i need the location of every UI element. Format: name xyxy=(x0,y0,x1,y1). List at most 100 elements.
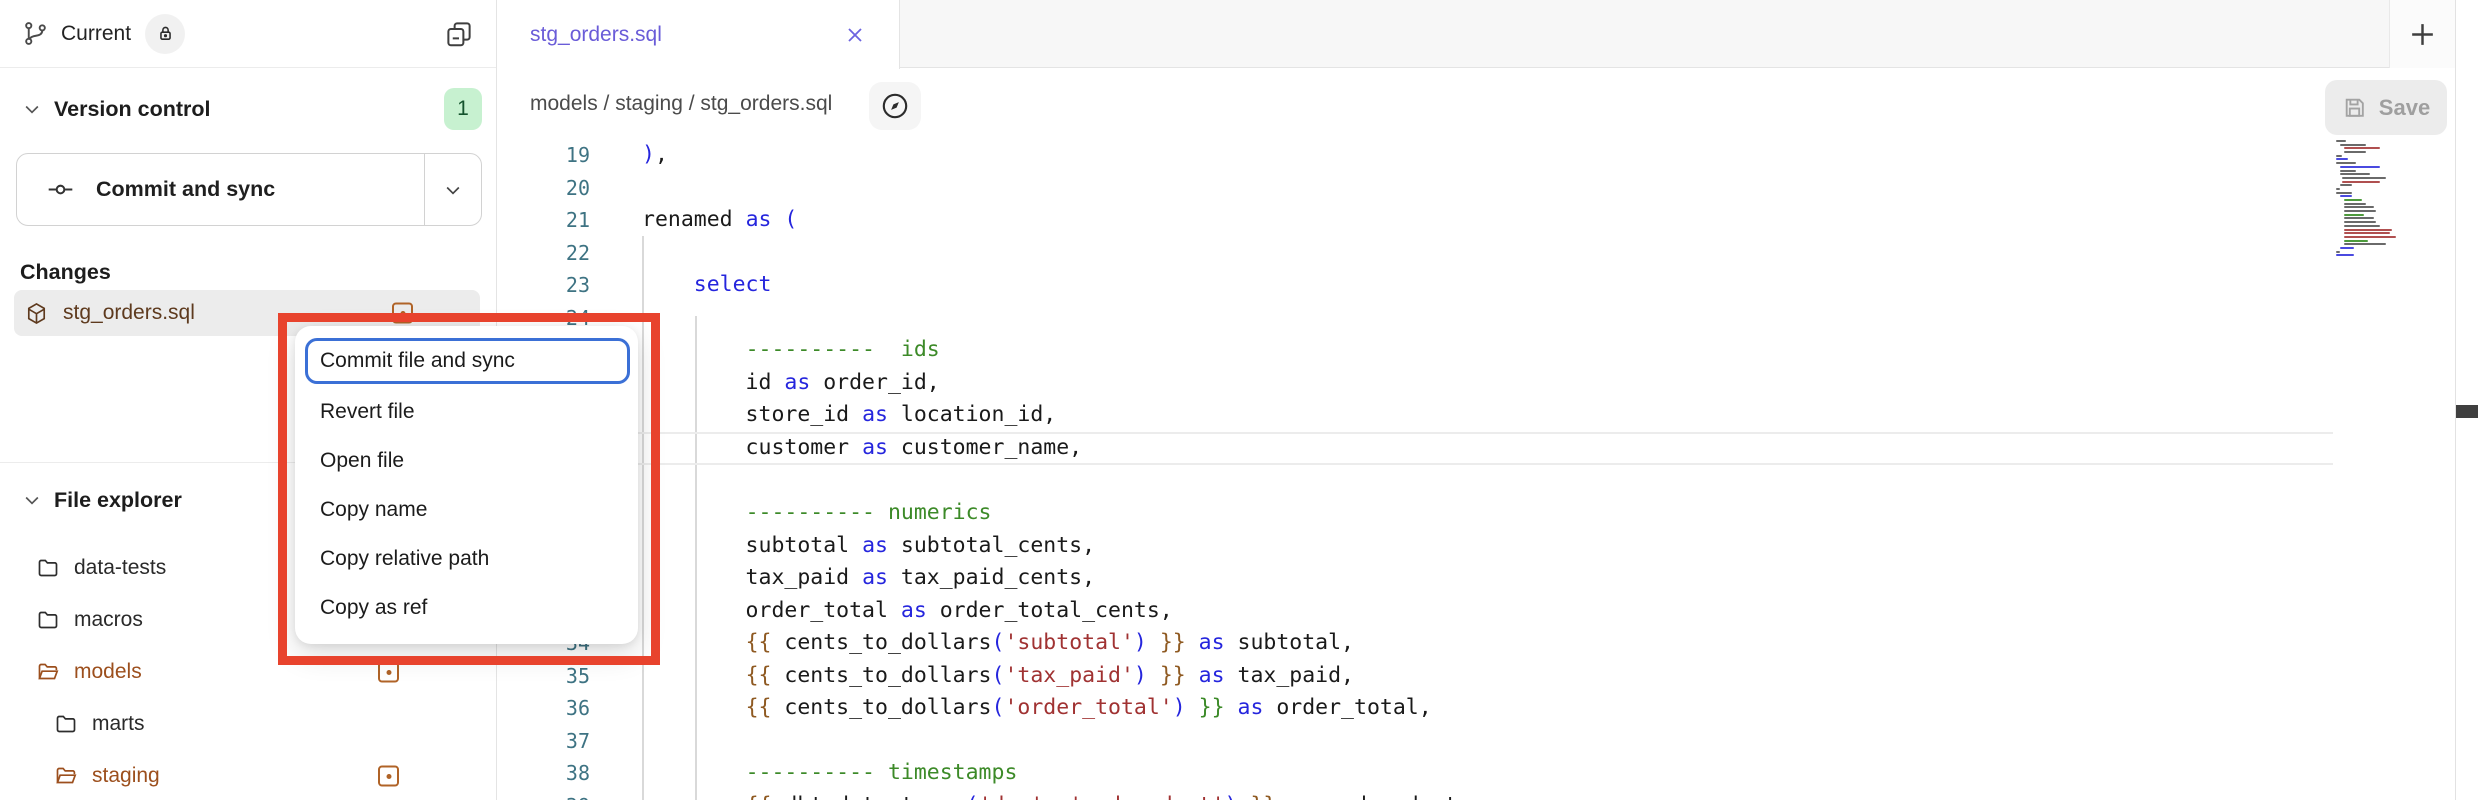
minimap-line xyxy=(2344,199,2362,201)
code-text: {{ cents_to_dollars('order_total') }} as… xyxy=(642,692,1432,725)
minimap-line xyxy=(2336,158,2348,160)
sidebar-item-marts[interactable]: marts xyxy=(0,698,496,750)
save-button-label: Save xyxy=(2379,95,2430,121)
folder-name: data-tests xyxy=(74,556,166,580)
copy-files-icon[interactable] xyxy=(444,19,474,49)
minimap-line xyxy=(2344,151,2366,153)
minimap-line xyxy=(2336,251,2340,253)
new-tab-button[interactable] xyxy=(2389,0,2455,68)
lineage-button[interactable] xyxy=(869,82,921,130)
minimap-line xyxy=(2344,240,2368,242)
minimap-line xyxy=(2344,214,2364,216)
commit-button-label: Commit and sync xyxy=(96,177,275,202)
folder-icon xyxy=(36,556,60,580)
minimap-line xyxy=(2344,225,2380,227)
code-line-30: 30 ---------- numerics xyxy=(497,497,2455,530)
code-line-35: 35 {{ cents_to_dollars('tax_paid') }} as… xyxy=(497,660,2455,693)
minimap-line xyxy=(2344,147,2380,149)
changes-file-name: stg_orders.sql xyxy=(63,301,195,325)
folder-icon xyxy=(36,608,60,632)
code-line-21: 21renamed as ( xyxy=(497,204,2455,237)
save-icon xyxy=(2342,95,2367,120)
chevron-down-icon xyxy=(443,180,463,200)
minimap-line xyxy=(2344,217,2374,219)
minimap-line xyxy=(2340,184,2352,186)
code-line-23: 23 select xyxy=(497,269,2455,302)
code-text: ---------- timestamps xyxy=(642,757,1017,790)
code-editor[interactable]: 19),2021renamed as (2223 select2425 ----… xyxy=(497,140,2455,800)
code-line-36: 36 {{ cents_to_dollars('order_total') }}… xyxy=(497,692,2455,725)
code-line-27: 27 store_id as location_id, xyxy=(497,399,2455,432)
code-line-32: 32 tax_paid as tax_paid_cents, xyxy=(497,562,2455,595)
folder-icon xyxy=(54,712,78,736)
chevron-down-icon xyxy=(22,99,42,119)
line-number: 23 xyxy=(497,269,590,302)
minimap-line xyxy=(2342,177,2386,179)
line-number: 22 xyxy=(497,237,590,270)
code-text: ---------- ids xyxy=(642,334,940,367)
minimap-line xyxy=(2340,166,2380,168)
dbt-ide-app: Current xyxy=(0,0,2478,800)
menu-item-open-file[interactable]: Open file xyxy=(295,436,638,485)
commit-and-sync-button[interactable]: Commit and sync xyxy=(17,154,424,225)
git-branch-icon xyxy=(22,20,49,47)
file-context-menu: Commit file and syncRevert fileOpen file… xyxy=(295,326,638,644)
line-number: 38 xyxy=(497,757,590,790)
code-line-38: 38 ---------- timestamps xyxy=(497,757,2455,790)
changes-section-title: Changes xyxy=(20,252,111,292)
sidebar-item-models[interactable]: models xyxy=(0,646,496,698)
modified-folder-indicator xyxy=(378,662,399,683)
save-button[interactable]: Save xyxy=(2325,80,2447,135)
code-line-20: 20 xyxy=(497,172,2455,205)
version-control-header[interactable]: Version control 1 xyxy=(0,88,496,130)
minimap-line xyxy=(2336,192,2352,194)
folder-open-icon xyxy=(36,660,60,684)
tab-close-icon[interactable] xyxy=(843,23,867,47)
folder-name: macros xyxy=(74,608,143,632)
minimap-line xyxy=(2340,247,2354,249)
code-text: id as order_id, xyxy=(642,367,940,400)
code-line-33: 33 order_total as order_total_cents, xyxy=(497,595,2455,628)
branch-lock-chip xyxy=(145,14,185,54)
minimap-line xyxy=(2336,155,2342,157)
minimap-line xyxy=(2336,254,2354,256)
code-text: select xyxy=(642,269,771,302)
menu-item-copy-as-ref[interactable]: Copy as ref xyxy=(295,583,638,632)
sidebar-item-staging[interactable]: staging xyxy=(0,750,496,802)
code-text: {{ dbt.date_trunc('day', 'ordered_at') }… xyxy=(642,790,1458,800)
tab-label: stg_orders.sql xyxy=(530,23,662,47)
tab-stg-orders[interactable]: stg_orders.sql xyxy=(497,0,900,69)
code-line-26: 26 id as order_id, xyxy=(497,367,2455,400)
panel-resize-handle[interactable] xyxy=(2456,405,2478,418)
chevron-down-icon xyxy=(22,490,42,510)
line-number: 20 xyxy=(497,172,590,205)
code-line-31: 31 subtotal as subtotal_cents, xyxy=(497,530,2455,563)
modified-folder-indicator xyxy=(378,766,399,787)
code-text: order_total as order_total_cents, xyxy=(642,595,1173,628)
minimap-line xyxy=(2344,229,2392,231)
code-text: ), xyxy=(642,140,668,172)
menu-item-commit-file-and-sync[interactable]: Commit file and sync xyxy=(305,338,630,384)
code-text: subtotal as subtotal_cents, xyxy=(642,530,1095,563)
changes-count-badge: 1 xyxy=(444,88,482,130)
code-line-22: 22 xyxy=(497,237,2455,270)
folder-open-icon xyxy=(54,764,78,788)
line-number: 19 xyxy=(497,140,590,172)
code-line-37: 37 xyxy=(497,725,2455,758)
minimap-line xyxy=(2336,162,2356,164)
code-line-39: 39 {{ dbt.date_trunc('day', 'ordered_at'… xyxy=(497,790,2455,800)
menu-item-copy-name[interactable]: Copy name xyxy=(295,485,638,534)
code-text: {{ cents_to_dollars('tax_paid') }} as ta… xyxy=(642,660,1354,693)
editor-minimap[interactable] xyxy=(2336,140,2452,800)
line-number: 21 xyxy=(497,204,590,237)
minimap-line xyxy=(2344,210,2376,212)
minimap-line xyxy=(2336,188,2340,190)
menu-item-revert-file[interactable]: Revert file xyxy=(295,387,638,436)
right-panel-strip xyxy=(2455,0,2478,800)
tab-bar: stg_orders.sql xyxy=(497,0,2455,68)
commit-options-dropdown[interactable] xyxy=(424,154,481,225)
branch-selector-row[interactable]: Current xyxy=(0,0,496,68)
code-text: ---------- numerics xyxy=(642,497,992,530)
menu-item-copy-relative-path[interactable]: Copy relative path xyxy=(295,534,638,583)
code-text: tax_paid as tax_paid_cents, xyxy=(642,562,1095,595)
